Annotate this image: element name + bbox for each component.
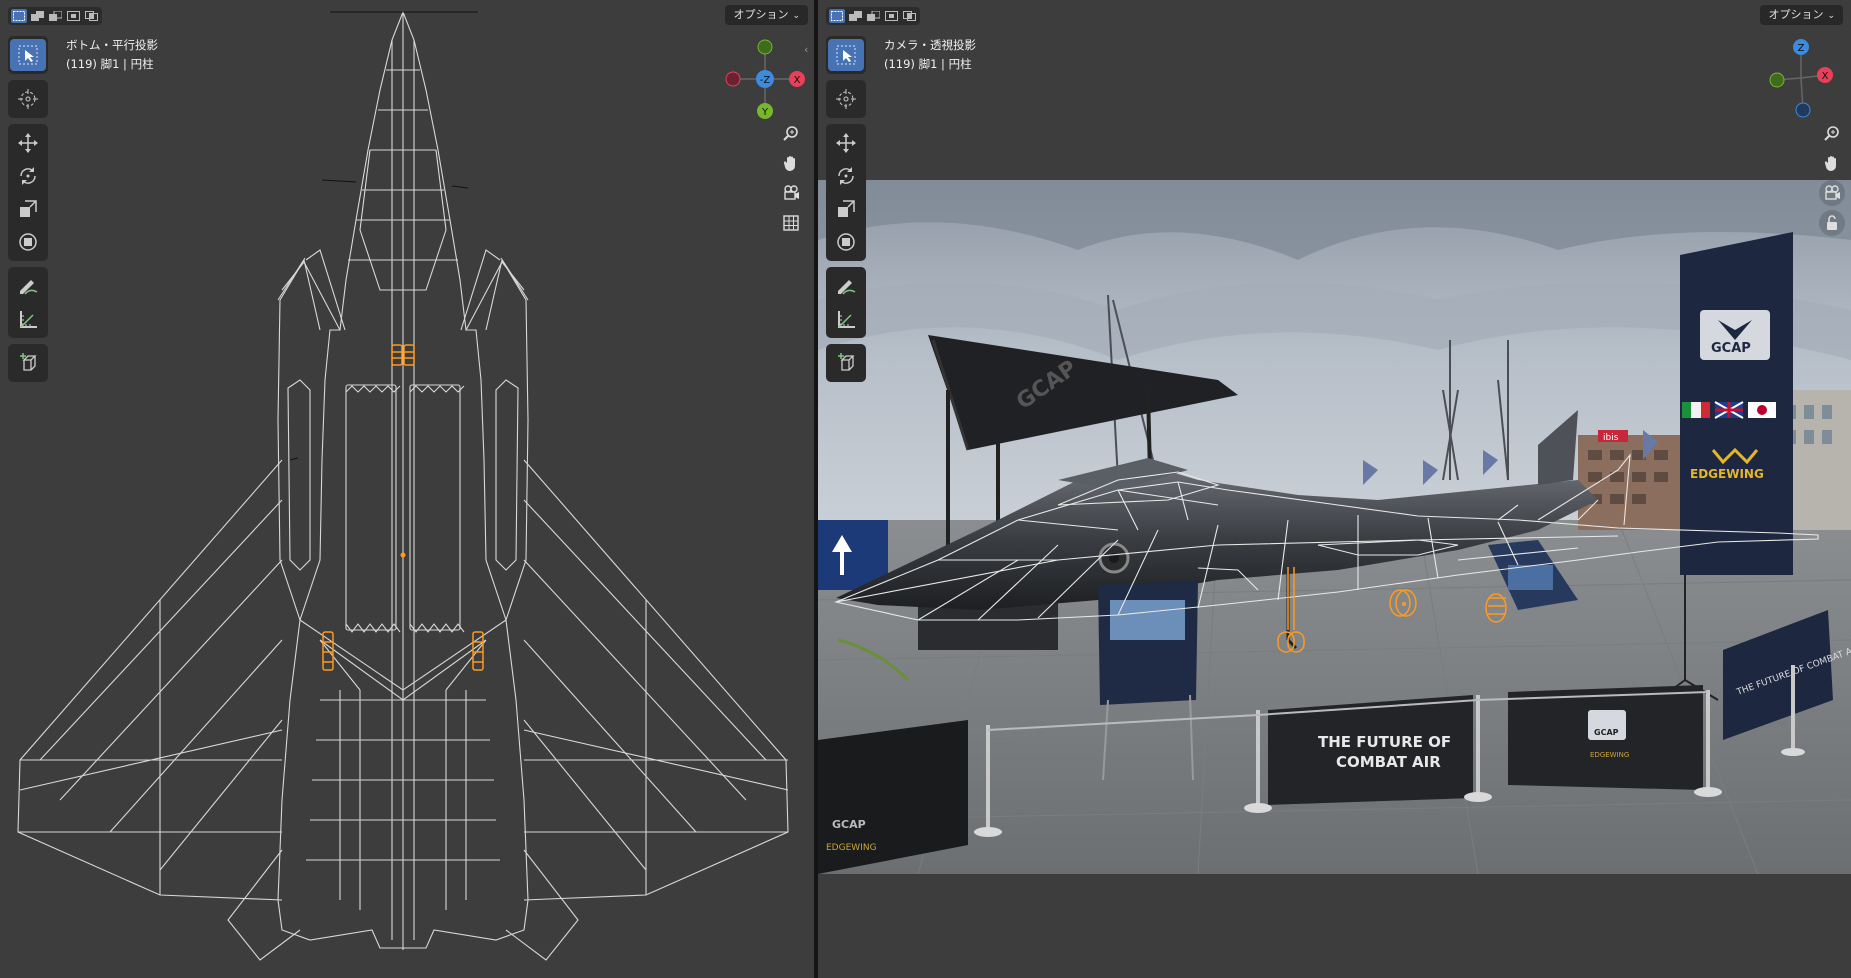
viewport-info: ボトム・平行投影 (119) 脚1 | 円柱 <box>66 36 158 74</box>
neg-y-axis-handle[interactable] <box>1769 72 1785 88</box>
pencil-icon <box>838 280 856 295</box>
ruler-icon <box>838 311 855 328</box>
options-dropdown[interactable]: オプション ⌄ <box>1760 5 1843 25</box>
navigation-gizmo[interactable]: -Z X Y <box>715 32 814 122</box>
lock-icon <box>1827 215 1837 230</box>
cursor-arrow-icon <box>836 45 856 65</box>
options-label: オプション <box>733 8 789 21</box>
chevron-down-icon: ⌄ <box>1827 11 1835 21</box>
selection-mode-group <box>826 7 920 25</box>
options-label: オプション <box>1768 8 1824 21</box>
navigation-gizmo[interactable]: Z X <box>1753 32 1851 122</box>
camera-view-button[interactable] <box>778 180 804 206</box>
camera-view-wireframe <box>834 453 1819 653</box>
right-viewport-header: オプション ⌄ <box>818 0 1851 30</box>
right-viewport[interactable]: ibis GCAP GCAP EDGEWING GCAP EDGEWING TH… <box>818 0 1851 978</box>
selected-landing-gear <box>1277 567 1507 653</box>
camera-view-button[interactable] <box>1819 180 1845 206</box>
grid-icon <box>783 215 799 231</box>
pencil-icon <box>20 280 38 295</box>
select-extend-mode-button[interactable] <box>29 9 45 23</box>
ruler-icon <box>20 311 37 328</box>
move-arrows-icon <box>836 133 856 153</box>
hand-icon <box>1824 156 1836 172</box>
x-label: X <box>794 75 801 86</box>
scale-icon <box>20 200 37 217</box>
select-intersect-mode-button[interactable] <box>901 9 917 23</box>
collapse-sidebar-arrow-icon[interactable]: ‹ <box>804 43 808 56</box>
annotate-tool[interactable] <box>10 270 46 302</box>
rotate-tool[interactable] <box>828 160 864 192</box>
transform-icon <box>837 233 855 251</box>
annotate-tool[interactable] <box>828 270 864 302</box>
toggle-ortho-button[interactable] <box>778 210 804 236</box>
transform-tool[interactable] <box>828 226 864 258</box>
zoom-button[interactable] <box>1819 120 1845 146</box>
left-toolbar <box>8 36 48 388</box>
scale-tool[interactable] <box>828 193 864 225</box>
camera-icon <box>784 185 799 200</box>
scale-icon <box>838 200 855 217</box>
hand-icon <box>783 156 795 172</box>
select-box-tool[interactable] <box>10 39 46 71</box>
options-dropdown[interactable]: オプション ⌄ <box>725 5 808 25</box>
bottom-view-wireframe <box>17 10 789 961</box>
add-cube-icon <box>20 353 37 371</box>
move-arrows-icon <box>18 133 38 153</box>
rotate-tool[interactable] <box>10 160 46 192</box>
object-info: (119) 脚1 | 円柱 <box>66 57 154 71</box>
crosshair-icon <box>836 89 856 109</box>
zoom-button[interactable] <box>778 120 804 146</box>
lock-camera-button[interactable] <box>1819 210 1845 236</box>
select-subtract-mode-button[interactable] <box>47 9 63 23</box>
transform-tool[interactable] <box>10 226 46 258</box>
measure-tool[interactable] <box>10 303 46 335</box>
object-info: (119) 脚1 | 円柱 <box>884 57 972 71</box>
scale-tool[interactable] <box>10 193 46 225</box>
cursor-arrow-icon <box>18 45 38 65</box>
neg-z-axis-handle[interactable] <box>1795 102 1811 118</box>
chevron-down-icon: ⌄ <box>792 11 800 21</box>
right-toolbar <box>826 36 866 388</box>
add-cube-tool[interactable] <box>10 347 46 379</box>
add-cube-icon <box>838 353 855 371</box>
camera-icon <box>1825 185 1840 200</box>
measure-tool[interactable] <box>828 303 864 335</box>
transform-icon <box>19 233 37 251</box>
left-viewport[interactable]: オプション ⌄ ボトム・平行投影 (119) 脚1 | 円柱 -Z X Y ‹ <box>0 0 814 978</box>
z-label: Z <box>1798 43 1805 54</box>
select-extend-mode-button[interactable] <box>847 9 863 23</box>
viewport-info: カメラ・透視投影 (119) 脚1 | 円柱 <box>884 36 976 74</box>
select-subtract-mode-button[interactable] <box>865 9 881 23</box>
select-new-mode-button[interactable] <box>829 9 845 23</box>
select-invert-mode-button[interactable] <box>65 9 81 23</box>
move-tool[interactable] <box>10 127 46 159</box>
move-tool[interactable] <box>828 127 864 159</box>
select-new-mode-button[interactable] <box>11 9 27 23</box>
left-viewport-header: オプション ⌄ <box>0 0 814 30</box>
neg-x-axis-handle[interactable] <box>725 71 741 87</box>
y-label: Y <box>761 107 769 118</box>
rotate-icon <box>20 167 36 185</box>
magnifier-icon <box>1824 126 1839 141</box>
pan-button[interactable] <box>778 150 804 176</box>
selection-mode-group <box>8 7 102 25</box>
select-invert-mode-button[interactable] <box>883 9 899 23</box>
crosshair-icon <box>18 89 38 109</box>
cursor-tool[interactable] <box>10 83 46 115</box>
select-intersect-mode-button[interactable] <box>83 9 99 23</box>
view-name: カメラ・透視投影 <box>884 38 976 52</box>
rotate-icon <box>838 167 854 185</box>
magnifier-icon <box>783 126 798 141</box>
x-label: X <box>1822 71 1829 82</box>
pan-button[interactable] <box>1819 150 1845 176</box>
neg-z-label: -Z <box>760 75 771 86</box>
select-box-tool[interactable] <box>828 39 864 71</box>
cursor-tool[interactable] <box>828 83 864 115</box>
view-name: ボトム・平行投影 <box>66 38 158 52</box>
neg-y-axis-handle[interactable] <box>757 39 773 55</box>
add-cube-tool[interactable] <box>828 347 864 379</box>
